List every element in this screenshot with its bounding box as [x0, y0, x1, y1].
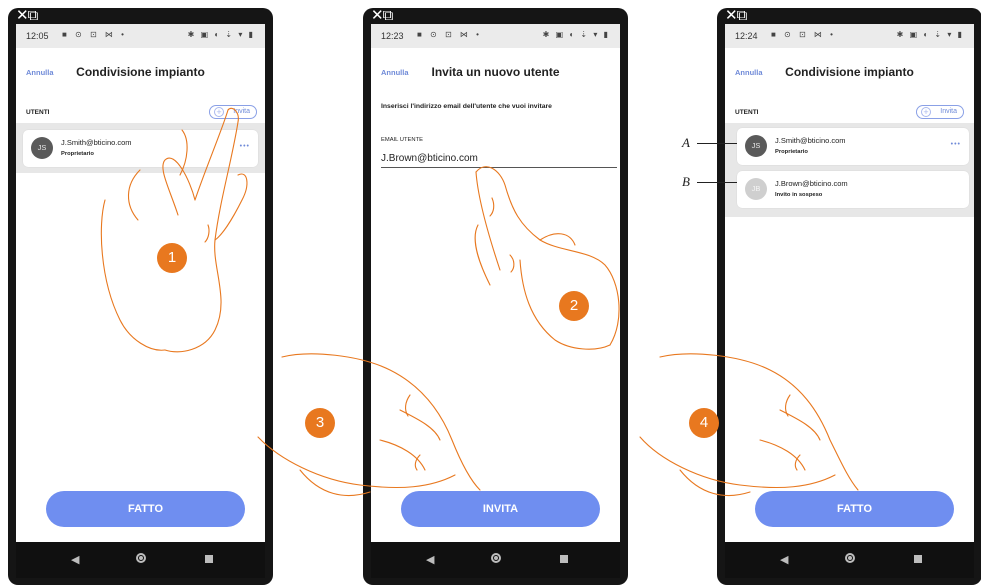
notification-icons: ■ ⊙ ⊡ ⋈ • — [417, 30, 482, 39]
app-header: Annulla Invita un nuovo utente — [371, 48, 620, 92]
phone-2-screen: 12:23 ■ ⊙ ⊡ ⋈ • ✱ ▣ ◐ ⇣ ▾ ▮ Annulla Invi… — [371, 24, 620, 542]
invite-button-label: Invita — [940, 108, 957, 115]
avatar: JS — [745, 135, 767, 157]
step-4-badge: 4 — [689, 408, 719, 438]
page-title: Condivisione impianto — [785, 65, 914, 79]
plus-icon: + — [214, 107, 224, 117]
status-time: 12:24 — [735, 31, 758, 41]
email-field-label: EMAIL UTENTE — [381, 137, 423, 143]
recent-apps-icon[interactable] — [560, 555, 568, 563]
recent-apps-icon[interactable] — [205, 555, 213, 563]
done-button[interactable]: FATTO — [755, 491, 954, 527]
close-expand-icon: ✕⧉ — [725, 6, 747, 24]
home-icon[interactable] — [136, 553, 146, 563]
back-icon[interactable]: ◀ — [780, 553, 788, 566]
invite-button[interactable]: + Invita — [916, 105, 964, 119]
page-title: Condivisione impianto — [76, 65, 205, 79]
email-field[interactable] — [381, 150, 617, 168]
step-2-badge: 2 — [559, 291, 589, 321]
callout-b-line — [697, 182, 737, 183]
invite-button-label: Invita — [233, 108, 250, 115]
status-bar: 12:23 ■ ⊙ ⊡ ⋈ • ✱ ▣ ◐ ⇣ ▾ ▮ — [371, 24, 620, 48]
user-card-pending[interactable]: JB J.Brown@bticino.com Invito in sospeso — [737, 171, 969, 208]
callout-b-label: B — [682, 174, 690, 189]
step-1-badge: 1 — [157, 243, 187, 273]
user-card-owner[interactable]: JS J.Smith@bticino.com Proprietario ••• — [23, 130, 258, 167]
phone-3: ✕⧉ 12:24 ■ ⊙ ⊡ ⋈ • ✱ ▣ ◐ ⇣ ▾ ▮ Annulla C… — [717, 6, 981, 585]
user-email: J.Brown@bticino.com — [775, 179, 848, 188]
users-section-label: UTENTI — [735, 109, 759, 116]
back-icon[interactable]: ◀ — [426, 553, 434, 566]
system-icons: ✱ ▣ ◐ ⇣ ▾ ▮ — [187, 30, 255, 39]
callout-a-line — [697, 143, 737, 144]
android-nav-bar: ◀ — [16, 542, 265, 578]
close-expand-icon: ✕⧉ — [371, 6, 393, 24]
invite-description: Inserisci l'indirizzo email dell'utente … — [381, 103, 552, 110]
phone-2: ✕⧉ 12:23 ■ ⊙ ⊡ ⋈ • ✱ ▣ ◐ ⇣ ▾ ▮ Annulla I… — [363, 6, 628, 585]
status-bar: 12:24 ■ ⊙ ⊡ ⋈ • ✱ ▣ ◐ ⇣ ▾ ▮ — [725, 24, 974, 48]
notification-icons: ■ ⊙ ⊡ ⋈ • — [771, 30, 836, 39]
users-section-label: UTENTI — [26, 109, 50, 116]
avatar: JS — [31, 137, 53, 159]
more-options-icon[interactable]: ••• — [951, 141, 961, 148]
user-email: J.Smith@bticino.com — [61, 138, 132, 147]
page-title: Invita un nuovo utente — [431, 65, 560, 79]
more-options-icon[interactable]: ••• — [240, 143, 250, 150]
phone-3-screen: 12:24 ■ ⊙ ⊡ ⋈ • ✱ ▣ ◐ ⇣ ▾ ▮ Annulla Cond… — [725, 24, 974, 542]
back-icon[interactable]: ◀ — [71, 553, 79, 566]
home-icon[interactable] — [491, 553, 501, 563]
status-time: 12:05 — [26, 31, 49, 41]
avatar: JB — [745, 178, 767, 200]
user-role: Invito in sospeso — [775, 192, 823, 198]
done-button[interactable]: FATTO — [46, 491, 245, 527]
callout-a-label: A — [682, 135, 690, 150]
user-role: Proprietario — [61, 151, 94, 157]
plus-icon: + — [921, 107, 931, 117]
home-icon[interactable] — [845, 553, 855, 563]
close-expand-icon: ✕⧉ — [16, 6, 38, 24]
android-nav-bar: ◀ — [371, 542, 620, 578]
invite-submit-button[interactable]: INVITA — [401, 491, 600, 527]
user-card-owner[interactable]: JS J.Smith@bticino.com Proprietario ••• — [737, 128, 969, 165]
notification-icons: ■ ⊙ ⊡ ⋈ • — [62, 30, 127, 39]
user-email: J.Smith@bticino.com — [775, 136, 846, 145]
status-time: 12:23 — [381, 31, 404, 41]
invite-button[interactable]: + Invita — [209, 105, 257, 119]
system-icons: ✱ ▣ ◐ ⇣ ▾ ▮ — [542, 30, 610, 39]
android-nav-bar: ◀ — [725, 542, 974, 578]
app-header: Annulla Condivisione impianto — [16, 48, 265, 92]
phone-1-screen: 12:05 ■ ⊙ ⊡ ⋈ • ✱ ▣ ◐ ⇣ ▾ ▮ Annulla Cond… — [16, 24, 265, 542]
user-role: Proprietario — [775, 149, 808, 155]
step-3-badge: 3 — [305, 408, 335, 438]
recent-apps-icon[interactable] — [914, 555, 922, 563]
system-icons: ✱ ▣ ◐ ⇣ ▾ ▮ — [896, 30, 964, 39]
phone-1: ✕⧉ 12:05 ■ ⊙ ⊡ ⋈ • ✱ ▣ ◐ ⇣ ▾ ▮ Annulla C… — [8, 6, 273, 585]
app-header: Annulla Condivisione impianto — [725, 48, 974, 92]
status-bar: 12:05 ■ ⊙ ⊡ ⋈ • ✱ ▣ ◐ ⇣ ▾ ▮ — [16, 24, 265, 48]
